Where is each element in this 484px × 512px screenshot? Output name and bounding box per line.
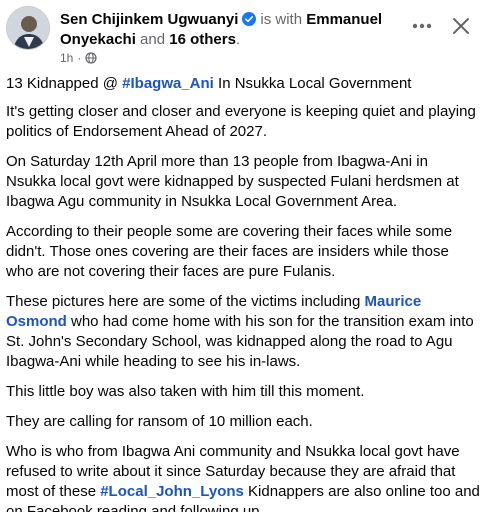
hashtag-local-john-lyons-link[interactable]: #Local_John_Lyons bbox=[100, 483, 244, 500]
more-options-icon bbox=[412, 23, 432, 29]
author-line: Sen Chijinkem Ugwuanyi is with Emmanuel O… bbox=[60, 10, 420, 50]
tagged-others-link[interactable]: 16 others bbox=[169, 31, 236, 48]
post-paragraph-6: This little boy was also taken with him … bbox=[6, 383, 365, 400]
author-name[interactable]: Sen Chijinkem Ugwuanyi bbox=[60, 11, 238, 28]
avatar-image bbox=[7, 7, 49, 49]
meta-separator: · bbox=[77, 51, 82, 65]
close-icon bbox=[453, 18, 469, 34]
post-paragraph-4: According to their people some are cover… bbox=[6, 223, 453, 280]
post-paragraph-3: On Saturday 12th April more than 13 peop… bbox=[6, 153, 459, 210]
post-meta: 1h · bbox=[60, 51, 97, 65]
post-paragraph-1: 13 Kidnapped @ #Ibagwa_Ani In Nsukka Loc… bbox=[6, 74, 480, 94]
post-paragraph-5: These pictures here are some of the vict… bbox=[6, 292, 480, 372]
more-options-button[interactable] bbox=[410, 14, 434, 38]
period-text: . bbox=[235, 31, 241, 48]
post-header: Sen Chijinkem Ugwuanyi is with Emmanuel O… bbox=[0, 0, 484, 72]
and-text: and bbox=[140, 31, 166, 48]
p5-text-end: who had come home with his son for the t… bbox=[6, 313, 474, 370]
hashtag-ibagwa-ani-link[interactable]: #Ibagwa_Ani bbox=[122, 75, 214, 92]
p1-text-start: 13 Kidnapped @ bbox=[6, 75, 123, 92]
p5-text-start: These pictures here are some of the vict… bbox=[6, 293, 365, 310]
with-text: is with bbox=[260, 11, 303, 28]
close-button[interactable] bbox=[448, 13, 474, 39]
post-time[interactable]: 1h bbox=[60, 51, 73, 65]
post-paragraph-7: They are calling for ransom of 10 millio… bbox=[6, 413, 313, 430]
verified-badge-icon bbox=[242, 12, 257, 26]
author-avatar[interactable] bbox=[6, 6, 50, 50]
post-body: 13 Kidnapped @ #Ibagwa_Ani In Nsukka Loc… bbox=[6, 74, 480, 512]
p1-text-end: In Nsukka Local Government bbox=[213, 75, 412, 92]
globe-icon bbox=[85, 52, 97, 64]
post-paragraph-2: It's getting closer and closer and every… bbox=[6, 103, 476, 140]
post-paragraph-8: Who is who from Ibagwa Ani community and… bbox=[6, 442, 480, 512]
